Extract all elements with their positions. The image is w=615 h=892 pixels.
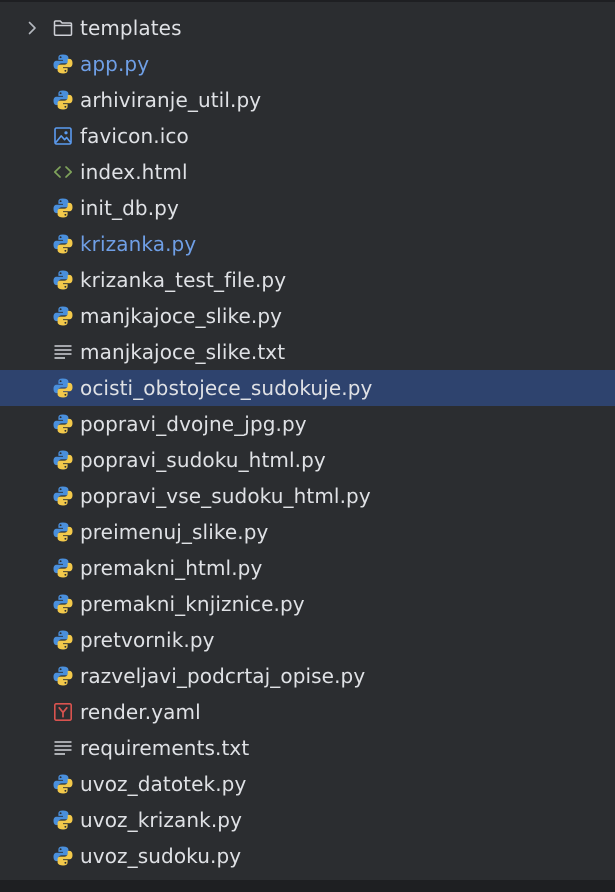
tree-file-razveljavi-podcrtaj-opise-py[interactable]: razveljavi_podcrtaj_opise.py: [0, 658, 615, 694]
python-icon: [52, 773, 74, 795]
python-icon: [52, 377, 74, 399]
python-icon: [52, 413, 74, 435]
tree-file-premakni-knjiznice-py[interactable]: premakni_knjiznice.py: [0, 586, 615, 622]
tree-item-label: pretvornik.py: [80, 628, 215, 652]
python-icon: [52, 485, 74, 507]
python-icon: [52, 629, 74, 651]
python-icon: [52, 845, 74, 867]
tree-file-index-html[interactable]: index.html: [0, 154, 615, 190]
tree-file-uvoz-krizank-py[interactable]: uvoz_krizank.py: [0, 802, 615, 838]
tree-item-label: uvoz_sudoku.py: [80, 844, 242, 868]
yaml-icon: [52, 701, 74, 723]
tree-file-render-yaml[interactable]: render.yaml: [0, 694, 615, 730]
tree-item-label: templates: [80, 16, 182, 40]
tree-file-krizanka-test-file-py[interactable]: krizanka_test_file.py: [0, 262, 615, 298]
tree-item-label: render.yaml: [80, 700, 201, 724]
tree-file-ocisti-obstojece-sudokuje-py[interactable]: ocisti_obstojece_sudokuje.py: [0, 370, 615, 406]
tree-file-uvoz-datotek-py[interactable]: uvoz_datotek.py: [0, 766, 615, 802]
tree-file-popravi-vse-sudoku-html-py[interactable]: popravi_vse_sudoku_html.py: [0, 478, 615, 514]
tree-item-label: favicon.ico: [80, 124, 189, 148]
tree-item-label: preimenuj_slike.py: [80, 520, 269, 544]
python-icon: [52, 305, 74, 327]
tree-item-label: popravi_vse_sudoku_html.py: [80, 484, 371, 508]
tree-file-manjkajoce-slike-py[interactable]: manjkajoce_slike.py: [0, 298, 615, 334]
tree-item-label: init_db.py: [80, 196, 179, 220]
tree-file-krizanka-py[interactable]: krizanka.py: [0, 226, 615, 262]
python-icon: [52, 593, 74, 615]
tree-file-init-db-py[interactable]: init_db.py: [0, 190, 615, 226]
python-icon: [52, 521, 74, 543]
project-file-tree-panel: templates app.py arhiviranje_util.pyfavico…: [0, 0, 615, 892]
tree-item-label: manjkajoce_slike.txt: [80, 340, 286, 364]
tree-item-label: arhiviranje_util.py: [80, 88, 262, 112]
chevron-right-icon[interactable]: [23, 19, 41, 37]
tree-item-label: krizanka.py: [80, 232, 197, 256]
text-file-icon: [52, 737, 74, 759]
tree-item-label: krizanka_test_file.py: [80, 268, 287, 292]
tree-item-label: ocisti_obstojece_sudokuje.py: [80, 376, 373, 400]
tree-item-label: premakni_html.py: [80, 556, 263, 580]
tree-file-pretvornik-py[interactable]: pretvornik.py: [0, 622, 615, 658]
tree-file-arhiviranje-util-py[interactable]: arhiviranje_util.py: [0, 82, 615, 118]
tree-file-premakni-html-py[interactable]: premakni_html.py: [0, 550, 615, 586]
tree-file-favicon-ico[interactable]: favicon.ico: [0, 118, 615, 154]
tree-item-label: app.py: [80, 52, 150, 76]
python-icon: [52, 89, 74, 111]
tree-file-app-py[interactable]: app.py: [0, 46, 615, 82]
tree-item-label: index.html: [80, 160, 188, 184]
tree-file-popravi-sudoku-html-py[interactable]: popravi_sudoku_html.py: [0, 442, 615, 478]
tree-file-uvoz-sudoku-py[interactable]: uvoz_sudoku.py: [0, 838, 615, 874]
python-icon: [52, 269, 74, 291]
python-icon: [52, 557, 74, 579]
python-icon: [52, 665, 74, 687]
tree-file-requirements-txt[interactable]: requirements.txt: [0, 730, 615, 766]
html-icon: [52, 161, 74, 183]
tree-item-label: requirements.txt: [80, 736, 250, 760]
python-icon: [52, 197, 74, 219]
python-icon: [52, 233, 74, 255]
text-file-icon: [52, 341, 74, 363]
python-icon: [52, 809, 74, 831]
python-icon: [52, 449, 74, 471]
tree-item-label: uvoz_krizank.py: [80, 808, 243, 832]
tree-file-popravi-dvojne-jpg-py[interactable]: popravi_dvojne_jpg.py: [0, 406, 615, 442]
python-icon: [52, 53, 74, 75]
folder-icon: [52, 17, 74, 39]
tree-item-label: uvoz_datotek.py: [80, 772, 247, 796]
tree-file-preimenuj-slike-py[interactable]: preimenuj_slike.py: [0, 514, 615, 550]
tree-item-label: razveljavi_podcrtaj_opise.py: [80, 664, 366, 688]
file-tree: templates app.py arhiviranje_util.pyfavico…: [0, 10, 615, 874]
image-icon: [52, 125, 74, 147]
tree-item-label: premakni_knjiznice.py: [80, 592, 305, 616]
tree-file-manjkajoce-slike-txt[interactable]: manjkajoce_slike.txt: [0, 334, 615, 370]
tree-item-label: manjkajoce_slike.py: [80, 304, 283, 328]
tree-item-label: popravi_sudoku_html.py: [80, 448, 326, 472]
tree-item-label: popravi_dvojne_jpg.py: [80, 412, 307, 436]
tree-folder-templates[interactable]: templates: [0, 10, 615, 46]
